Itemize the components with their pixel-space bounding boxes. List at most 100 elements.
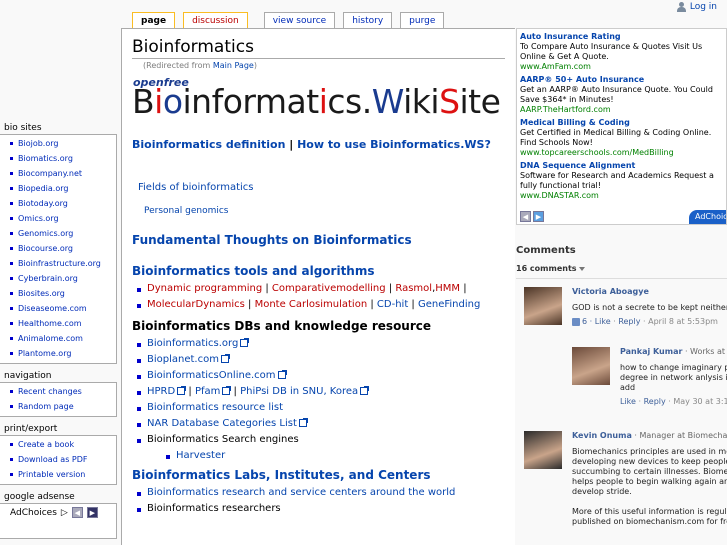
sidebar-item[interactable]: Bioinfrastructure.org <box>6 256 116 271</box>
comment-author[interactable]: Victoria Aboagye <box>572 287 727 296</box>
portlet-bio-sites: bio sites Biojob.org Biomatics.org Biocomp… <box>0 120 117 364</box>
section-dbs: Bioinformatics DBs and knowledge resourc… <box>132 319 432 333</box>
login-link[interactable]: Log in <box>690 2 717 12</box>
ad-list: Auto Insurance Rating To Compare Auto Ins… <box>520 31 723 201</box>
ad-item[interactable]: Medical Billing & Coding Get Certified in… <box>520 117 723 158</box>
comments-section: Comments 16 comments <box>516 245 727 279</box>
sidebar-item[interactable]: Biocompany.net <box>6 166 116 181</box>
sidebar-item[interactable]: Biosites.org <box>6 286 116 301</box>
comment-text: developing new devices to keep people t <box>572 457 727 466</box>
right-column: Auto Insurance Rating To Compare Auto Ins… <box>516 28 727 545</box>
list-item: MolecularDynamics | Monte Carlosimulatio… <box>132 297 505 313</box>
comments-count[interactable]: 16 comments <box>516 264 727 279</box>
sidebar-item[interactable]: Diseaseome.com <box>6 301 116 316</box>
comment-author[interactable]: Kevin Onuma · Manager at Biomechani <box>572 431 727 440</box>
tab-page[interactable]: page <box>132 12 176 28</box>
avatar[interactable] <box>572 347 610 385</box>
sidebar: bio sites Biojob.org Biomatics.org Biocomp… <box>0 120 117 543</box>
section-fundamental[interactable]: Fundamental Thoughts on Bioinformatics <box>132 233 505 247</box>
prev-ad-icon[interactable]: ◀ <box>520 211 531 222</box>
sidebar-item[interactable]: Plantome.org <box>6 346 116 361</box>
sidebar-item[interactable]: Biopedia.org <box>6 181 116 196</box>
tab-view-source[interactable]: view source <box>263 12 336 28</box>
reply-button[interactable]: Reply <box>618 317 640 326</box>
fields-link[interactable]: Fields of bioinformatics <box>138 182 505 193</box>
ad-title[interactable]: Auto Insurance Rating <box>520 31 723 42</box>
next-ad-icon[interactable]: ▶ <box>86 507 98 518</box>
personal-tools: Log in <box>676 0 717 14</box>
sidebar-item[interactable]: Biomatics.org <box>6 151 116 166</box>
list-item: Bioinformatics resource list <box>132 400 505 416</box>
list-item: Harvester <box>161 448 505 464</box>
external-link-icon <box>220 354 230 363</box>
sidebar-item[interactable]: Animalome.com <box>6 331 116 346</box>
like-button[interactable]: Like <box>620 397 636 406</box>
avatar[interactable] <box>524 431 562 469</box>
reply-button[interactable]: Reply <box>644 397 666 406</box>
personal-genomics-link[interactable]: Personal genomics <box>144 206 505 216</box>
sidebar-item[interactable]: Genomics.org <box>6 226 116 241</box>
comment-text: succumbing to certain illnesses. Biomec <box>572 467 727 476</box>
sidebar-item[interactable]: Biocourse.org <box>6 241 116 256</box>
ad-url[interactable]: www.topcareerschools.com/MedBilling <box>520 148 723 158</box>
ad-title[interactable]: AARP® 50+ Auto Insurance <box>520 74 723 85</box>
ad-desc: Software for Research and Academics Requ… <box>520 171 714 190</box>
comment-text: develop stride. <box>572 487 632 496</box>
section-labs[interactable]: Bioinformatics Labs, Institutes, and Cen… <box>132 468 505 482</box>
tab-discussion[interactable]: discussion <box>183 12 248 28</box>
sidebar-item[interactable]: Create a book <box>6 437 116 452</box>
adchoices[interactable]: AdChoices ▷ ◀ ▶ <box>6 507 116 518</box>
comment-text: More of this useful information is regul… <box>572 507 727 516</box>
sidebar-item[interactable]: Printable version <box>6 467 116 482</box>
comment-text: how to change imaginary pro <box>620 363 727 372</box>
sidebar-item[interactable]: Biojob.org <box>6 136 116 151</box>
ad-title[interactable]: Medical Billing & Coding <box>520 117 723 128</box>
comments-title: Comments <box>516 245 576 256</box>
ad-url[interactable]: AARP.TheHartford.com <box>520 105 723 115</box>
section-tools[interactable]: Bioinformatics tools and algorithms <box>132 264 505 278</box>
avatar[interactable] <box>524 287 562 325</box>
list-item: NAR Database Categories List <box>132 416 505 432</box>
external-link-icon <box>277 370 287 379</box>
comment-text: published on biomechanism.com for free <box>572 517 727 526</box>
external-link-icon <box>222 386 232 395</box>
portlet-title: navigation <box>4 371 52 381</box>
ad-url[interactable]: www.AmFam.com <box>520 62 723 72</box>
ad-item[interactable]: AARP® 50+ Auto Insurance Get an AARP® Aut… <box>520 74 723 115</box>
tab-history[interactable]: history <box>343 12 393 28</box>
list-item: Bioplanet.com <box>132 352 505 368</box>
next-ad-icon[interactable]: ▶ <box>533 211 544 222</box>
sidebar-item[interactable]: Omics.org <box>6 211 116 226</box>
ad-item[interactable]: Auto Insurance Rating To Compare Auto Ins… <box>520 31 723 72</box>
ad-item[interactable]: DNA Sequence Alignment Software for Resea… <box>520 160 723 201</box>
sidebar-item[interactable]: Download as PDF <box>6 452 116 467</box>
comment-author[interactable]: Pankaj Kumar · Works at S <box>620 347 727 356</box>
like-count: 6 · <box>582 317 595 326</box>
list-item: Bioinformatics research and service cent… <box>132 485 505 501</box>
prev-ad-icon[interactable]: ◀ <box>71 507 83 518</box>
how-to-link[interactable]: How to use Bioinformatics.WS? <box>297 138 491 151</box>
ad-url[interactable]: www.DNASTAR.com <box>520 191 723 201</box>
external-link-icon <box>240 338 250 347</box>
print-export-list: Create a book Download as PDF Printable ve… <box>6 437 116 482</box>
comment-meta: Like · Reply · May 30 at 3:1 <box>620 397 727 406</box>
sidebar-item[interactable]: Cyberbrain.org <box>6 271 116 286</box>
sidebar-item[interactable]: Biotoday.org <box>6 196 116 211</box>
tab-purge[interactable]: purge <box>400 12 445 28</box>
redirect-link[interactable]: Main Page <box>213 61 254 70</box>
sidebar-item[interactable]: Healthome.com <box>6 316 116 331</box>
ad-title[interactable]: DNA Sequence Alignment <box>520 160 723 171</box>
navigation-list: Recent changes Random page <box>6 384 116 414</box>
definition-link[interactable]: Bioinformatics definition <box>132 138 285 151</box>
page-title: Bioinformatics <box>132 37 505 59</box>
sidebar-item[interactable]: Random page <box>6 399 116 414</box>
list-item: Bioinformatics Search engines Harvester <box>132 432 505 464</box>
comment-text: helps people to begin walking again and <box>572 477 727 486</box>
comment-list: Victoria Aboagye GOD is not a secrete to … <box>516 279 727 545</box>
like-button[interactable]: Like <box>595 317 611 326</box>
tools-list: Dynamic programming | Comparativemodelli… <box>132 281 505 313</box>
adchoices-label[interactable]: AdChoices <box>689 210 726 224</box>
sidebar-item[interactable]: Recent changes <box>6 384 116 399</box>
ad-desc: Get Certified in Medical Billing & Codin… <box>520 128 712 147</box>
site-logo[interactable]: openfree Bioinformatics.WikiSite <box>132 76 505 121</box>
